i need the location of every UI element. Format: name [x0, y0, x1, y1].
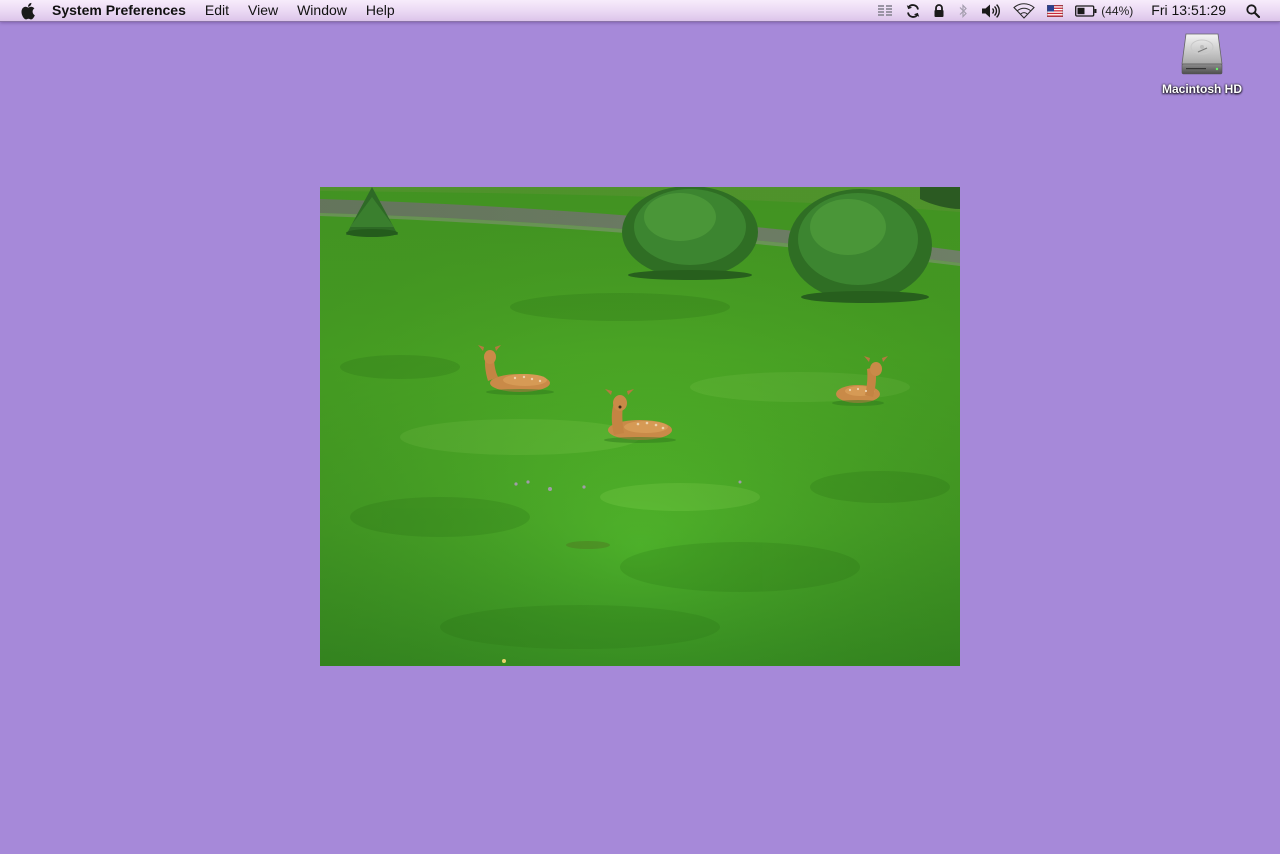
us-flag-input-icon[interactable] [1041, 0, 1069, 21]
spotlight-search-icon[interactable] [1240, 0, 1280, 21]
battery-percentage: (44%) [1101, 3, 1134, 18]
menu-edit[interactable]: Edit [195, 0, 238, 21]
menu-app-name[interactable]: System Preferences [52, 0, 195, 21]
menu-clock[interactable]: Fri 13:51:29 [1139, 0, 1240, 21]
hard-drive-icon[interactable] [1180, 30, 1224, 76]
menu-bar-status: (44%) Fri 13:51:29 [871, 0, 1280, 21]
battery-icon[interactable]: (44%) [1069, 0, 1139, 21]
volume-icon[interactable] [975, 0, 1007, 21]
desktop-picture-fawns-in-grass [320, 187, 960, 666]
drive-label: Macintosh HD [1161, 82, 1242, 96]
bluetooth-icon[interactable] [951, 0, 975, 21]
menu-view[interactable]: View [238, 0, 287, 21]
menu-bar: System Preferences Edit View Window Help [0, 0, 1280, 22]
spaces-icon[interactable] [871, 0, 899, 21]
menu-window[interactable]: Window [287, 0, 356, 21]
desktop-drive-macintosh-hd[interactable]: Macintosh HD [1152, 30, 1252, 96]
wifi-icon[interactable] [1007, 0, 1041, 21]
lock-icon[interactable] [927, 0, 951, 21]
menu-help[interactable]: Help [356, 0, 404, 21]
menu-bar-left: System Preferences Edit View Window Help [0, 0, 404, 21]
apple-logo-icon[interactable] [19, 2, 37, 20]
sync-icon[interactable] [899, 0, 927, 21]
